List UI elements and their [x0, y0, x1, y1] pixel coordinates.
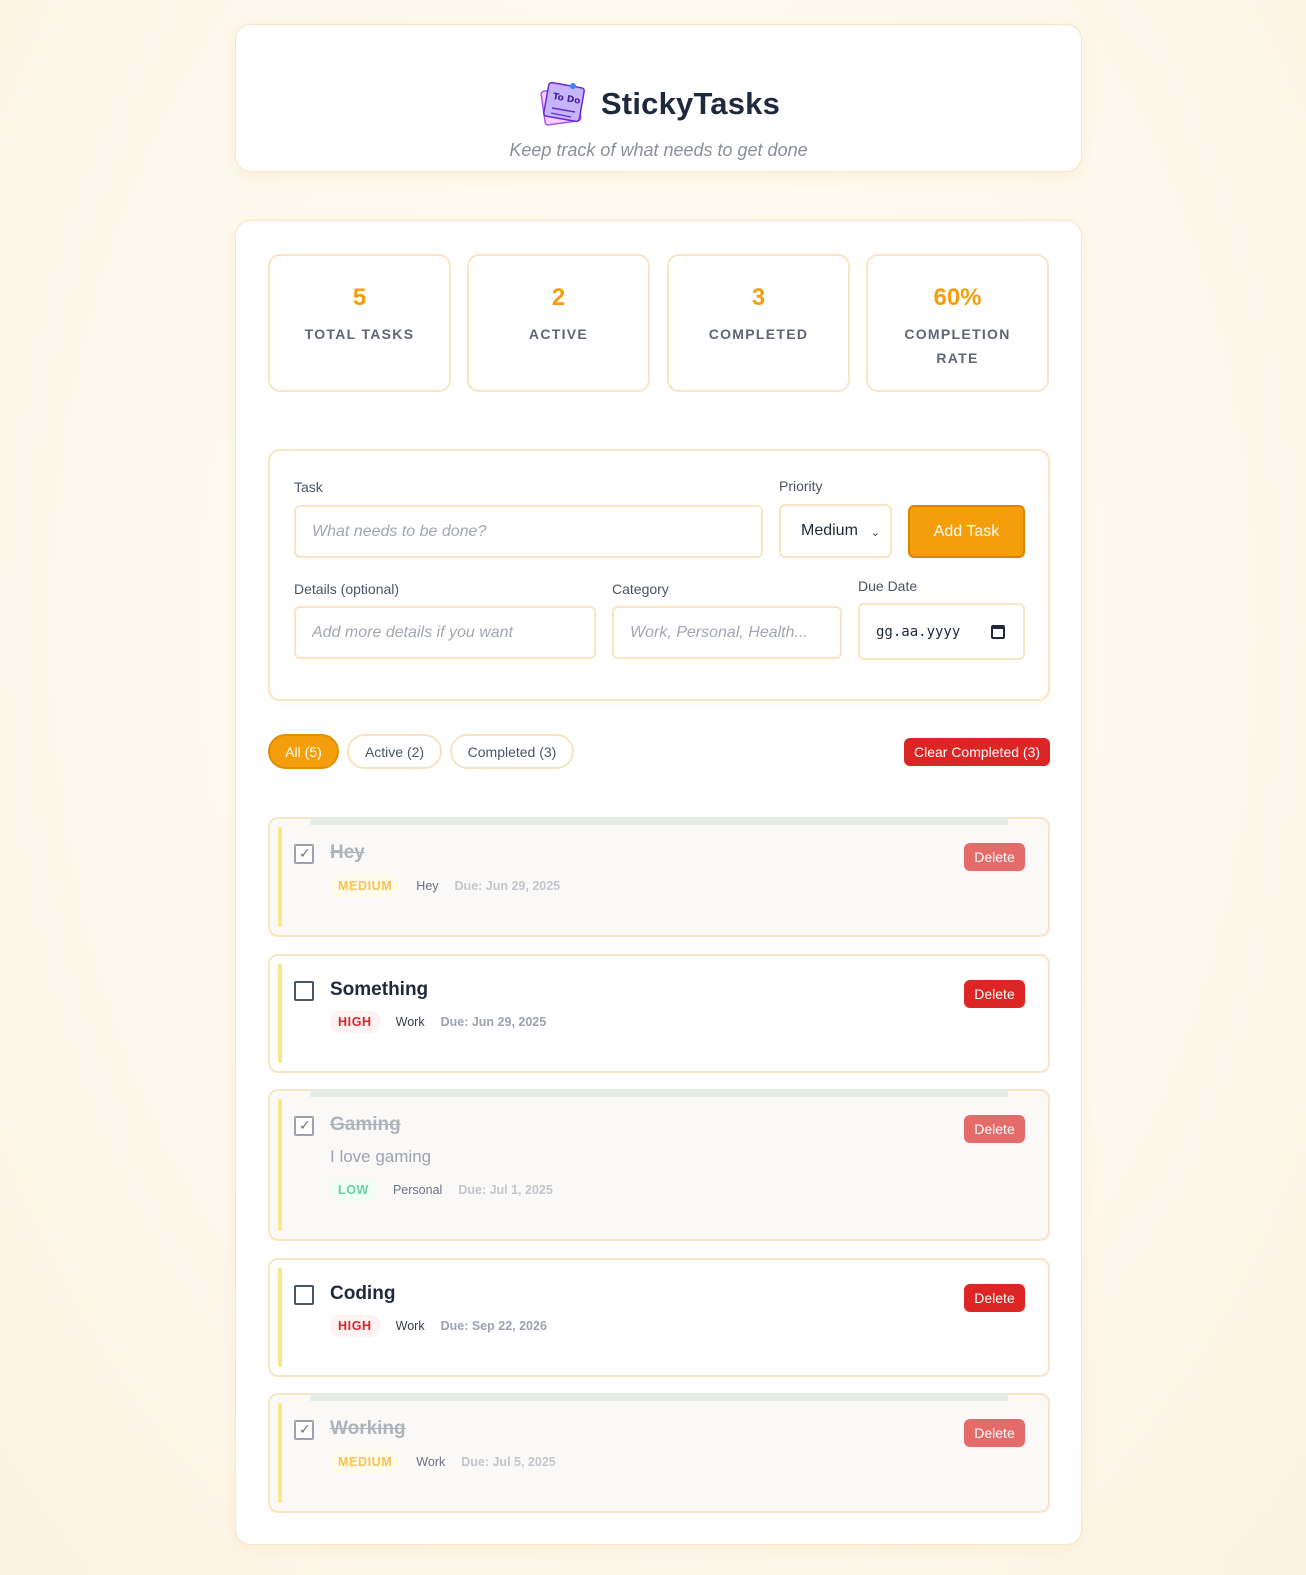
clear-completed-button[interactable]: Clear Completed (3) — [904, 738, 1050, 766]
due-date-label: Due Date — [858, 578, 918, 594]
sticky-note-todo-icon: To Do — [537, 79, 587, 129]
delete-button[interactable]: Delete — [964, 1419, 1025, 1447]
brand: To Do StickyTasks — [236, 79, 1081, 129]
task-left-bar — [278, 1268, 282, 1367]
task-checkbox[interactable]: ✓ — [294, 1420, 314, 1440]
check-icon: ✓ — [299, 1421, 311, 1437]
due-date-placeholder: gg.aa.yyyy — [876, 623, 961, 640]
stat-active: 2 ACTIVE — [467, 254, 650, 392]
task-checkbox[interactable]: ✓ — [294, 1116, 314, 1136]
app-header: To Do StickyTasks Keep track of what nee… — [235, 24, 1082, 172]
task-meta: MEDIUM Hey Due: Jun 29, 2025 — [330, 875, 560, 897]
task-checkbox[interactable]: ✓ — [294, 844, 314, 864]
task-item: Something HIGH Work Due: Jun 29, 2025 De… — [268, 954, 1050, 1073]
add-task-form: Task Priority Medium ⌄ Add Task Details … — [268, 449, 1050, 701]
task-title: Coding — [330, 1283, 396, 1304]
task-checkbox[interactable] — [294, 981, 314, 1001]
task-left-bar — [278, 1099, 282, 1231]
delete-button[interactable]: Delete — [964, 1284, 1025, 1312]
task-category: Work — [416, 1455, 446, 1469]
details-input[interactable] — [294, 606, 596, 659]
task-meta: HIGH Work Due: Jun 29, 2025 — [330, 1011, 546, 1033]
stat-value: 5 — [352, 284, 367, 311]
task-meta: MEDIUM Work Due: Jul 5, 2025 — [330, 1451, 556, 1473]
check-icon: ✓ — [299, 1117, 311, 1133]
chevron-down-icon: ⌄ — [870, 527, 880, 539]
task-input[interactable] — [294, 505, 763, 558]
task-due-date: Due: Sep 22, 2026 — [440, 1319, 547, 1333]
priority-badge: HIGH — [330, 1011, 380, 1033]
priority-select[interactable]: Medium ⌄ — [779, 504, 892, 558]
task-left-bar — [278, 964, 282, 1063]
category-input[interactable] — [612, 606, 842, 659]
priority-badge: LOW — [330, 1179, 377, 1201]
app-subtitle: Keep track of what needs to get done — [509, 140, 808, 160]
task-item: Coding HIGH Work Due: Sep 22, 2026 Delet… — [268, 1258, 1050, 1377]
task-category: Hey — [416, 879, 439, 893]
delete-button[interactable]: Delete — [964, 980, 1025, 1008]
stat-value: 60% — [933, 284, 982, 311]
task-title: Something — [330, 979, 429, 1000]
task-item: ✓ Working MEDIUM Work Due: Jul 5, 2025 D… — [268, 1393, 1050, 1513]
task-due-date: Due: Jun 29, 2025 — [440, 1015, 547, 1029]
category-label: Category — [612, 581, 669, 597]
task-meta: LOW Personal Due: Jul 1, 2025 — [330, 1179, 553, 1201]
task-left-bar — [278, 827, 282, 927]
stat-total-tasks: 5 TOTAL TASKS — [268, 254, 451, 392]
task-checkbox[interactable] — [294, 1285, 314, 1305]
task-item: ✓ Hey MEDIUM Hey Due: Jun 29, 2025 Delet… — [268, 817, 1050, 937]
task-due-date: Due: Jul 5, 2025 — [461, 1455, 556, 1469]
task-top-strip — [310, 1089, 1008, 1097]
main-panel: 5 TOTAL TASKS 2 ACTIVE 3 COMPLETED 60% C… — [235, 220, 1082, 1545]
calendar-icon[interactable] — [991, 625, 1005, 639]
delete-button[interactable]: Delete — [964, 843, 1025, 871]
due-date-input[interactable]: gg.aa.yyyy — [858, 603, 1025, 660]
stat-label: ACTIVE — [528, 326, 589, 342]
stat-value: 2 — [551, 284, 566, 311]
add-task-button[interactable]: Add Task — [908, 505, 1025, 558]
details-label: Details (optional) — [294, 581, 400, 597]
delete-button[interactable]: Delete — [964, 1115, 1025, 1143]
stat-label: COMPLETED — [708, 326, 809, 342]
task-category: Work — [395, 1015, 425, 1029]
task-due-date: Due: Jul 1, 2025 — [458, 1183, 553, 1197]
filter-completed-button[interactable]: Completed (3) — [450, 734, 574, 769]
stat-completed: 3 COMPLETED — [667, 254, 850, 392]
task-top-strip — [310, 1393, 1008, 1401]
priority-badge: MEDIUM — [330, 1451, 401, 1473]
app-title: StickyTasks — [600, 86, 781, 121]
stat-label: COMPLETION RATE — [904, 326, 1011, 366]
task-description: I love gaming — [330, 1147, 432, 1166]
task-title: Gaming — [330, 1114, 401, 1135]
priority-label: Priority — [779, 478, 823, 494]
priority-badge: HIGH — [330, 1315, 380, 1337]
task-top-strip — [310, 817, 1008, 825]
task-label: Task — [294, 479, 323, 495]
priority-value: Medium — [801, 522, 858, 539]
task-title: Hey — [330, 842, 365, 863]
task-left-bar — [278, 1403, 282, 1503]
task-item: ✓ Gaming I love gaming LOW Personal Due:… — [268, 1089, 1050, 1241]
stat-value: 3 — [751, 284, 766, 311]
stat-completion-rate: 60% COMPLETION RATE — [866, 254, 1049, 392]
stat-label: TOTAL TASKS — [304, 326, 415, 342]
priority-badge: MEDIUM — [330, 875, 401, 897]
filter-all-button[interactable]: All (5) — [268, 734, 339, 769]
task-due-date: Due: Jun 29, 2025 — [454, 879, 561, 893]
task-meta: HIGH Work Due: Sep 22, 2026 — [330, 1315, 547, 1337]
filter-active-button[interactable]: Active (2) — [347, 734, 442, 769]
task-category: Personal — [392, 1183, 443, 1197]
task-title: Working — [330, 1418, 406, 1439]
check-icon: ✓ — [299, 845, 311, 861]
task-category: Work — [395, 1319, 425, 1333]
